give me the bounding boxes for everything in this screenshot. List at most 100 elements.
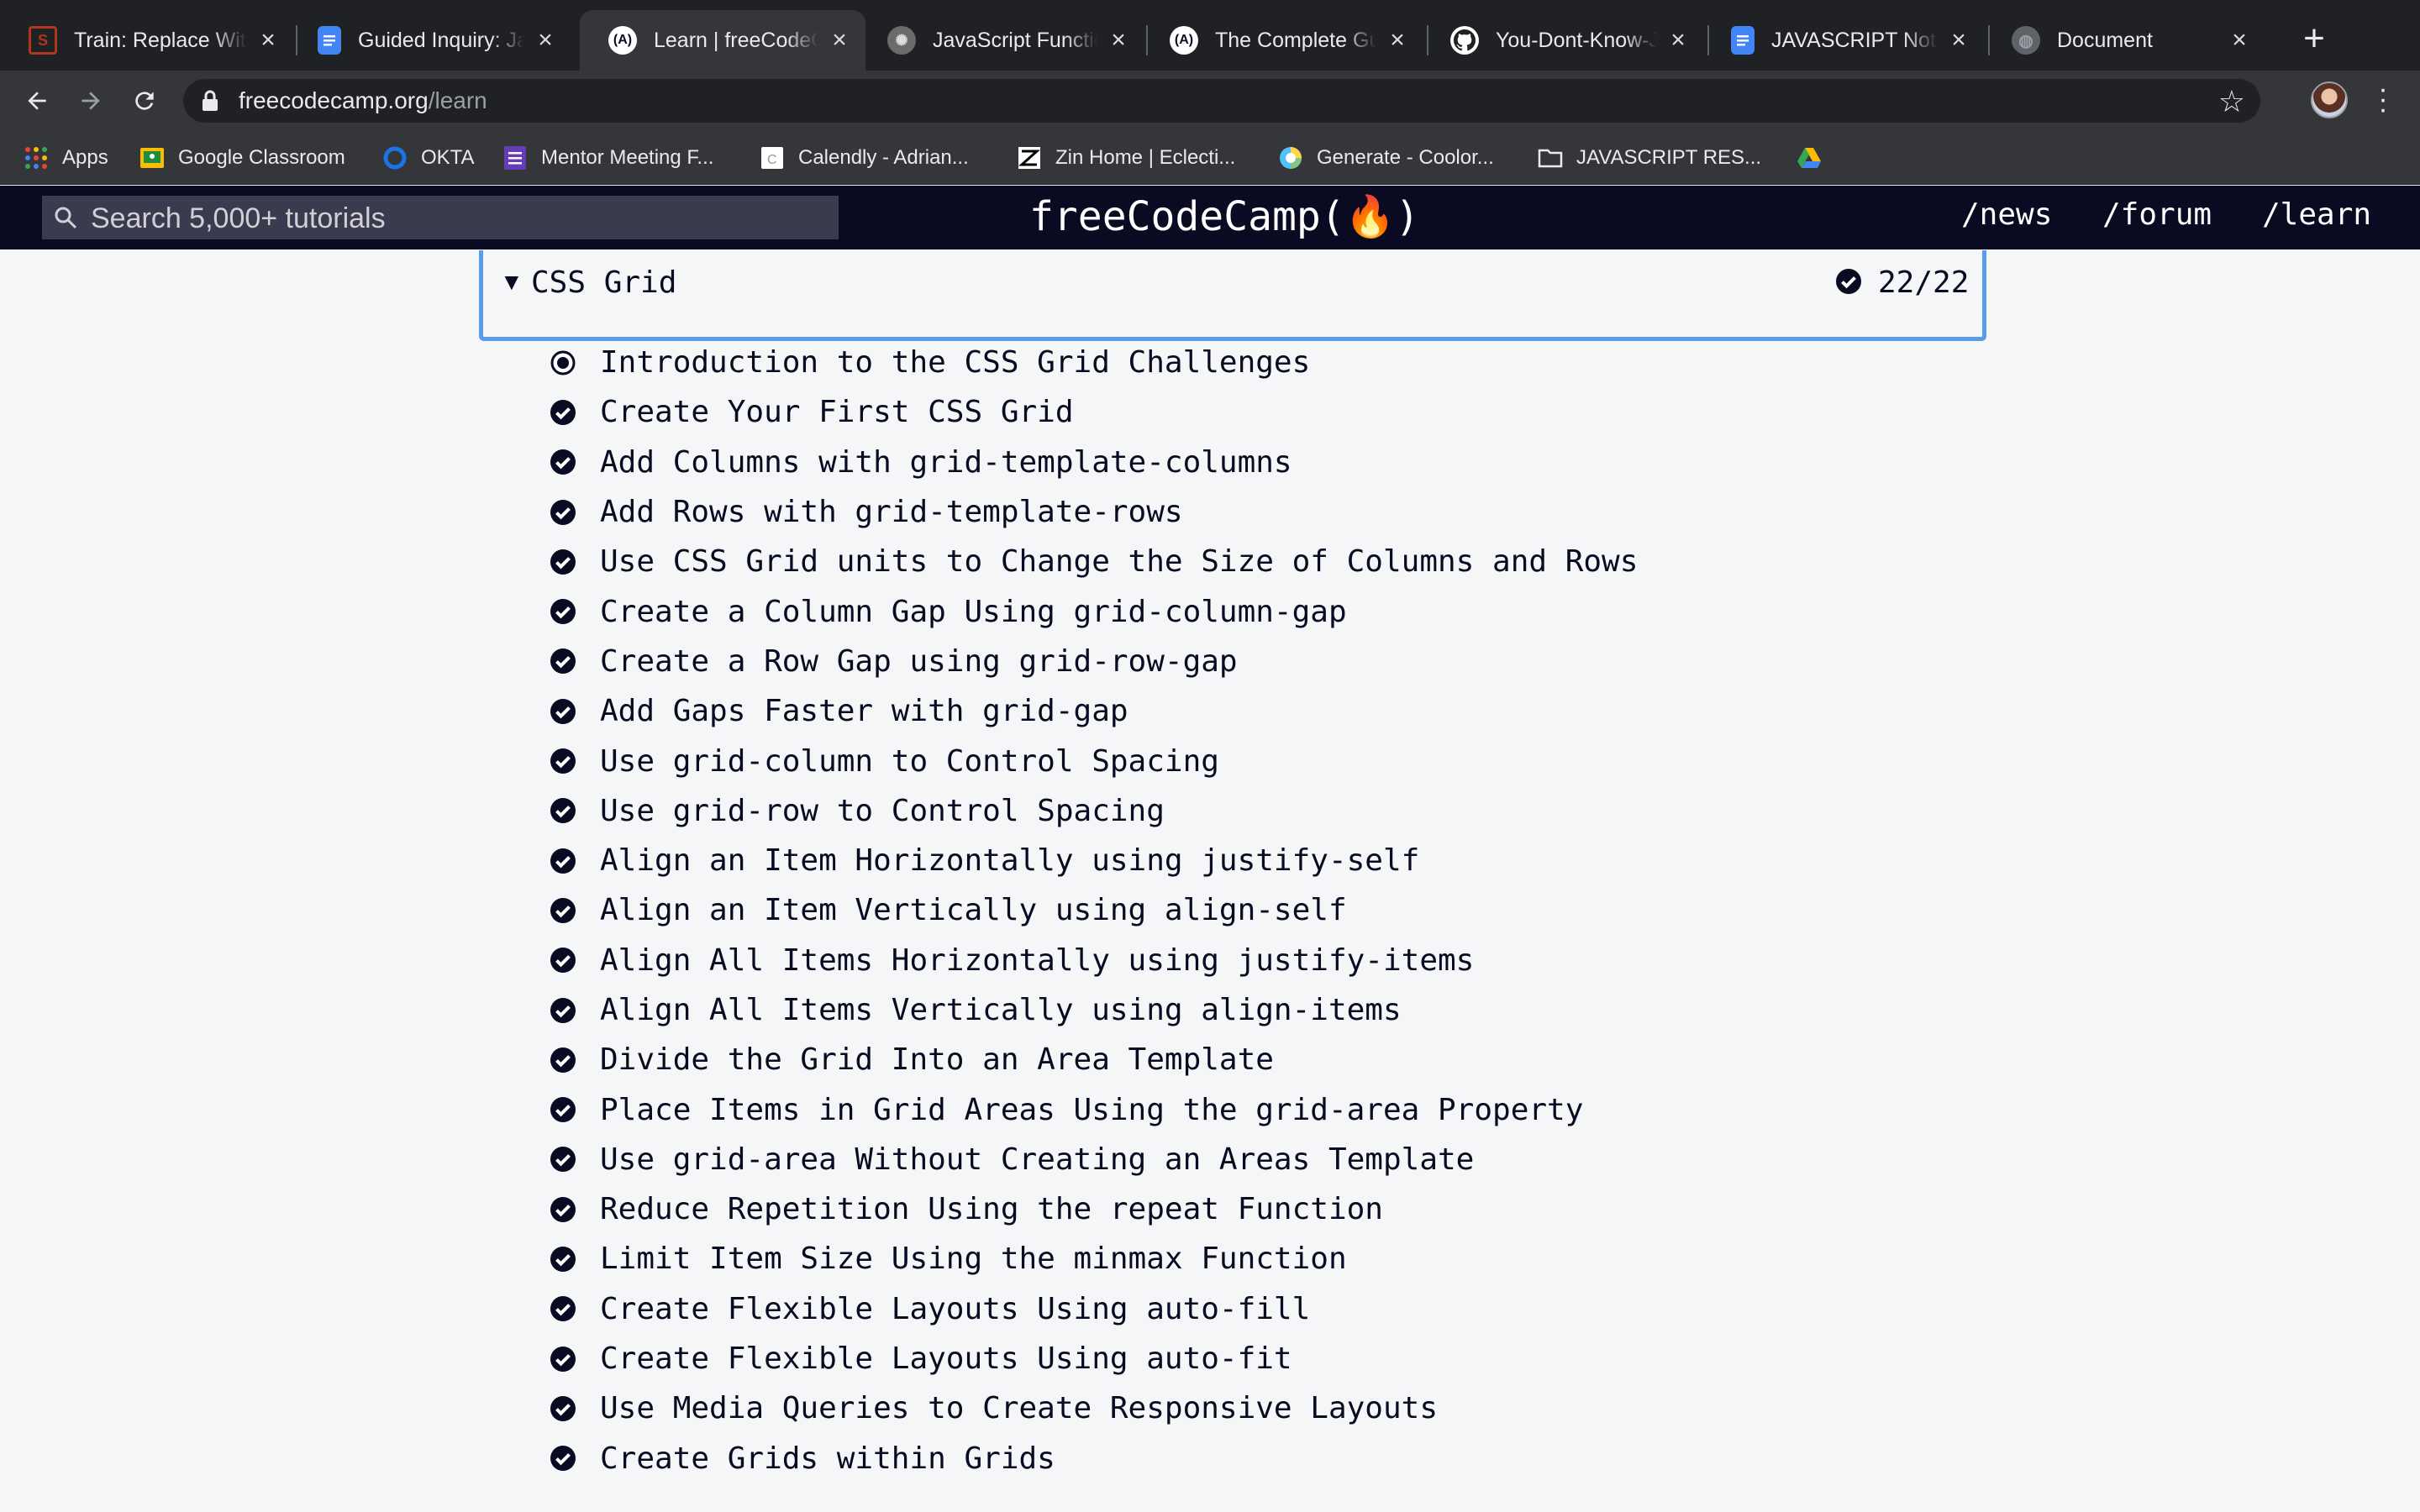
- tab-title: Document: [2057, 28, 2153, 52]
- challenge-item[interactable]: Align All Items Vertically using align-i…: [550, 985, 1894, 1035]
- challenge-title: Use grid-row to Control Spacing: [600, 793, 1165, 828]
- web-icon: ✺: [887, 26, 916, 55]
- challenge-title: Place Items in Grid Areas Using the grid…: [600, 1092, 1584, 1127]
- challenge-item[interactable]: Add Columns with grid-template-columns: [550, 438, 1894, 487]
- close-icon[interactable]: ×: [1946, 26, 1971, 54]
- close-icon[interactable]: ×: [533, 26, 558, 54]
- address-bar[interactable]: freecodecamp.org/learn ☆: [183, 79, 2260, 123]
- challenge-item[interactable]: Use grid-column to Control Spacing: [550, 736, 1894, 785]
- forward-button[interactable]: [69, 79, 113, 123]
- check-circle-icon: [550, 897, 576, 923]
- apps-grid-icon: [25, 147, 47, 169]
- freecodecamp-icon: (A): [1170, 26, 1198, 55]
- bookmark-google-classroom[interactable]: Google Classroom: [139, 143, 345, 173]
- bookmark-apps[interactable]: Apps: [24, 143, 108, 173]
- search-input[interactable]: Search 5,000+ tutorials: [42, 196, 839, 239]
- bookmark-calendly[interactable]: C Calendly - Adrian...: [760, 143, 969, 173]
- close-icon[interactable]: ×: [1385, 26, 1410, 54]
- svg-text:C: C: [767, 153, 777, 167]
- challenge-title: Add Rows with grid-template-rows: [600, 495, 1183, 530]
- challenge-title: Divide the Grid Into an Area Template: [600, 1042, 1274, 1078]
- bookmark-google-drive[interactable]: [1797, 143, 1835, 173]
- browser-tab[interactable]: You-Dont-Know-J ×: [1422, 10, 1704, 71]
- check-circle-icon: [550, 1097, 576, 1123]
- challenge-item[interactable]: Align an Item Horizontally using justify…: [550, 836, 1894, 885]
- check-circle-icon: [550, 499, 576, 525]
- nav-link-learn[interactable]: /learn: [2262, 197, 2371, 232]
- challenge-item[interactable]: Align an Item Vertically using align-sel…: [550, 885, 1894, 935]
- challenge-title: Create a Column Gap Using grid-column-ga…: [600, 594, 1347, 629]
- check-circle-icon: [550, 1395, 576, 1421]
- tab-title: Train: Replace With: [74, 28, 247, 52]
- challenge-item[interactable]: Create a Column Gap Using grid-column-ga…: [550, 586, 1894, 636]
- browser-tab[interactable]: (A) The Complete Gui ×: [1141, 10, 1423, 71]
- challenge-item[interactable]: Divide the Grid Into an Area Template: [550, 1035, 1894, 1084]
- coolors-icon: [1280, 147, 1302, 169]
- challenge-title: Create Grids within Grids: [600, 1441, 1055, 1476]
- tab-title: You-Dont-Know-J: [1496, 28, 1657, 52]
- challenge-item[interactable]: Create a Row Gap using grid-row-gap: [550, 637, 1894, 686]
- challenge-item[interactable]: Use CSS Grid units to Change the Size of…: [550, 537, 1894, 586]
- close-icon[interactable]: ×: [1665, 26, 1691, 54]
- nav-link-forum[interactable]: /forum: [2102, 197, 2212, 232]
- challenge-item[interactable]: Reduce Repetition Using the repeat Funct…: [550, 1184, 1894, 1234]
- bookmark-coolors[interactable]: Generate - Coolor...: [1278, 143, 1494, 173]
- browser-tab[interactable]: S Train: Replace With ×: [0, 10, 294, 71]
- challenge-item[interactable]: Add Gaps Faster with grid-gap: [550, 686, 1894, 736]
- block-header-toggle[interactable]: ▼ CSS Grid 22/22: [479, 250, 1986, 341]
- challenge-item[interactable]: Introduction to the CSS Grid Challenges: [550, 338, 1894, 387]
- calendly-icon: C: [761, 147, 783, 169]
- challenge-item[interactable]: Create Flexible Layouts Using auto-fill: [550, 1284, 1894, 1334]
- challenge-title: Use grid-area Without Creating an Areas …: [600, 1142, 1475, 1177]
- profile-avatar[interactable]: [2311, 81, 2348, 118]
- close-icon[interactable]: ×: [1106, 26, 1131, 54]
- close-icon[interactable]: ×: [2227, 26, 2252, 54]
- bookmark-label: Generate - Coolor...: [1317, 146, 1494, 169]
- challenge-item[interactable]: Use Media Queries to Create Responsive L…: [550, 1383, 1894, 1433]
- challenge-item[interactable]: Limit Item Size Using the minmax Functio…: [550, 1234, 1894, 1284]
- bookmark-javascript-res[interactable]: JAVASCRIPT RES...: [1538, 143, 1761, 173]
- browser-tab-active[interactable]: (A) Learn | freeCodeC ×: [580, 10, 865, 71]
- bookmark-star-icon[interactable]: ☆: [2218, 84, 2245, 119]
- google-docs-icon: [1731, 26, 1754, 55]
- challenge-item[interactable]: Create Flexible Layouts Using auto-fit: [550, 1334, 1894, 1383]
- close-icon[interactable]: ×: [255, 26, 281, 54]
- tab-title: JAVASCRIPT Note: [1771, 28, 1938, 52]
- challenge-item[interactable]: Create Grids within Grids: [550, 1434, 1894, 1483]
- browser-tab[interactable]: JAVASCRIPT Note ×: [1702, 10, 1985, 71]
- challenge-item[interactable]: Add Rows with grid-template-rows: [550, 487, 1894, 537]
- check-circle-icon: [550, 399, 576, 425]
- check-circle-icon: [550, 449, 576, 475]
- fcc-logo[interactable]: freeCodeCamp(🔥): [1029, 192, 1419, 240]
- challenge-item[interactable]: Use grid-row to Control Spacing: [550, 786, 1894, 836]
- bookmark-mentor-meeting[interactable]: Mentor Meeting F...: [502, 143, 713, 173]
- challenge-item[interactable]: Create Your First CSS Grid: [550, 387, 1894, 437]
- reload-button[interactable]: [123, 79, 166, 123]
- challenge-title: Create Flexible Layouts Using auto-fill: [600, 1291, 1311, 1326]
- back-button[interactable]: [15, 79, 59, 123]
- check-circle-icon: [550, 798, 576, 824]
- check-circle-icon: [550, 549, 576, 575]
- challenge-item[interactable]: Use grid-area Without Creating an Areas …: [550, 1135, 1894, 1184]
- challenge-title: Align an Item Horizontally using justify…: [600, 843, 1420, 879]
- browser-tab-strip: S Train: Replace With × Guided Inquiry: …: [0, 0, 2420, 71]
- new-tab-button[interactable]: +: [2296, 20, 2333, 59]
- bookmark-label: Mentor Meeting F...: [541, 146, 714, 169]
- bookmark-okta[interactable]: OKTA: [382, 143, 475, 173]
- check-circle-icon: [550, 1296, 576, 1322]
- tab-title: The Complete Gui: [1215, 28, 1376, 52]
- challenge-item[interactable]: Place Items in Grid Areas Using the grid…: [550, 1084, 1894, 1134]
- check-circle-icon: [550, 1047, 576, 1073]
- browser-tab[interactable]: ◍ Document ×: [1983, 10, 2265, 71]
- browser-tab[interactable]: ✺ JavaScript Functio ×: [859, 10, 1144, 71]
- check-circle-icon: [550, 1147, 576, 1173]
- browser-tab[interactable]: Guided Inquiry: Ja ×: [289, 10, 571, 71]
- nav-link-news[interactable]: /news: [1961, 197, 2052, 232]
- url-text: freecodecamp.org/learn: [239, 87, 487, 114]
- browser-menu-icon[interactable]: · · ·: [2375, 75, 2391, 123]
- close-icon[interactable]: ×: [827, 26, 852, 54]
- reload-icon: [135, 92, 154, 110]
- challenge-item[interactable]: Align All Items Horizontally using justi…: [550, 936, 1894, 985]
- check-circle-icon: [550, 997, 576, 1023]
- bookmark-zin-home[interactable]: Zin Home | Eclecti...: [1017, 143, 1235, 173]
